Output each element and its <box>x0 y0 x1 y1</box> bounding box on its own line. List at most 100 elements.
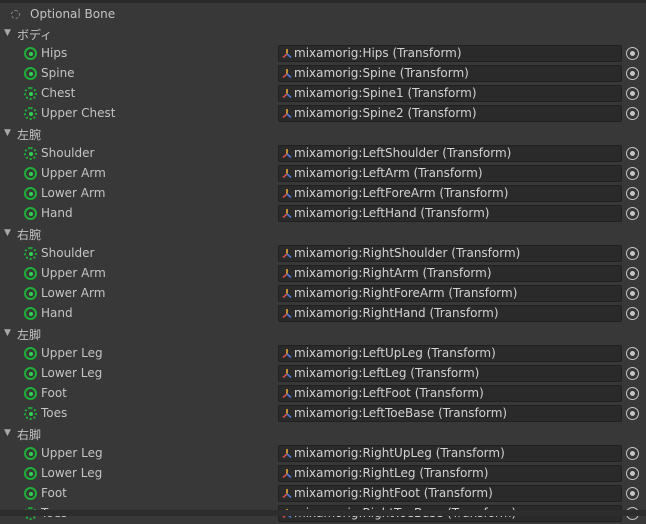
object-picker-icon[interactable] <box>626 367 639 380</box>
transform-object-field[interactable]: mixamorig:Spine1 (Transform) <box>278 85 622 102</box>
object-picker-icon[interactable] <box>626 487 639 500</box>
bone-status-icon[interactable] <box>24 47 37 60</box>
bone-status-icon[interactable] <box>24 467 37 480</box>
bone-group-header[interactable]: ▼ 右脚 <box>0 424 646 444</box>
bone-label: Foot <box>41 486 67 500</box>
transform-object-field[interactable]: mixamorig:LeftLeg (Transform) <box>278 365 622 382</box>
transform-axes-icon <box>282 208 292 219</box>
object-picker-icon[interactable] <box>626 187 639 200</box>
transform-axes-icon <box>282 248 292 259</box>
object-picker-icon[interactable] <box>626 87 639 100</box>
transform-object-field[interactable]: mixamorig:LeftFoot (Transform) <box>278 385 622 402</box>
transform-object-field[interactable]: mixamorig:LeftUpLeg (Transform) <box>278 345 622 362</box>
object-picker-icon[interactable] <box>626 147 639 160</box>
bone-label: Lower Arm <box>41 286 106 300</box>
bone-status-icon[interactable] <box>24 287 37 300</box>
bone-group-header[interactable]: ▼ 右腕 <box>0 224 646 244</box>
bone-group-header[interactable]: ▼ 左腕 <box>0 124 646 144</box>
optional-bone-status-icon[interactable] <box>24 247 37 260</box>
humanoid-bone-mapping-panel: Optional Bone ▼ ボディ Hips mixamorig:Hips (Tr… <box>0 0 646 522</box>
bone-group-label: 右脚 <box>17 428 42 442</box>
bone-status-icon[interactable] <box>24 67 37 80</box>
transform-object-field[interactable]: mixamorig:RightShoulder (Transform) <box>278 245 622 262</box>
bone-label: Toes <box>41 406 68 420</box>
optional-bone-legend: Optional Bone <box>0 4 646 24</box>
transform-object-field[interactable]: mixamorig:LeftArm (Transform) <box>278 165 622 182</box>
object-picker-icon[interactable] <box>626 467 639 480</box>
bone-row: Shoulder mixamorig:RightShoulder (Transfo… <box>0 244 646 264</box>
object-picker-icon[interactable] <box>626 267 639 280</box>
bone-label: Upper Leg <box>41 446 103 460</box>
bone-row: Upper Arm mixamorig:LeftArm (Transform) <box>0 164 646 184</box>
bone-group-header[interactable]: ▼ ボディ <box>0 24 646 44</box>
object-picker-icon[interactable] <box>626 287 639 300</box>
transform-field-value: mixamorig:LeftForeArm (Transform) <box>294 186 509 200</box>
transform-object-field[interactable]: mixamorig:LeftShoulder (Transform) <box>278 145 622 162</box>
bone-group-label: 左腕 <box>17 128 42 142</box>
bone-label: Foot <box>41 386 67 400</box>
transform-field-value: mixamorig:RightHand (Transform) <box>294 306 499 320</box>
object-picker-icon[interactable] <box>626 387 639 400</box>
triangle-down-icon[interactable]: ▼ <box>4 28 11 38</box>
bone-status-icon[interactable] <box>24 487 37 500</box>
object-picker-icon[interactable] <box>626 407 639 420</box>
transform-object-field[interactable]: mixamorig:RightFoot (Transform) <box>278 485 622 502</box>
bone-row: Hand mixamorig:LeftHand (Transform) <box>0 204 646 224</box>
transform-object-field[interactable]: mixamorig:RightArm (Transform) <box>278 265 622 282</box>
transform-object-field[interactable]: mixamorig:LeftHand (Transform) <box>278 205 622 222</box>
transform-object-field[interactable]: mixamorig:LeftForeArm (Transform) <box>278 185 622 202</box>
bone-row: Upper Leg mixamorig:LeftUpLeg (Transform) <box>0 344 646 364</box>
optional-bone-status-icon[interactable] <box>24 107 37 120</box>
object-picker-icon[interactable] <box>626 347 639 360</box>
bone-row: Shoulder mixamorig:LeftShoulder (Transfor… <box>0 144 646 164</box>
object-picker-icon[interactable] <box>626 247 639 260</box>
optional-bone-status-icon[interactable] <box>24 407 37 420</box>
bone-status-icon[interactable] <box>24 307 37 320</box>
transform-field-value: mixamorig:LeftLeg (Transform) <box>294 366 480 380</box>
bone-status-icon[interactable] <box>24 387 37 400</box>
transform-field-value: mixamorig:Spine1 (Transform) <box>294 86 477 100</box>
bone-status-icon[interactable] <box>24 347 37 360</box>
bone-status-icon[interactable] <box>24 187 37 200</box>
optional-bone-status-icon[interactable] <box>24 147 37 160</box>
object-picker-icon[interactable] <box>626 67 639 80</box>
triangle-down-icon[interactable]: ▼ <box>4 228 11 238</box>
bone-label: Upper Arm <box>41 166 106 180</box>
object-picker-icon[interactable] <box>626 447 639 460</box>
bone-status-icon[interactable] <box>24 167 37 180</box>
bone-group-header[interactable]: ▼ 左脚 <box>0 324 646 344</box>
transform-axes-icon <box>282 88 292 99</box>
bone-label: Upper Chest <box>41 106 116 120</box>
bone-row: Lower Arm mixamorig:RightForeArm (Transfo… <box>0 284 646 304</box>
triangle-down-icon[interactable]: ▼ <box>4 328 11 338</box>
transform-object-field[interactable]: mixamorig:Spine2 (Transform) <box>278 105 622 122</box>
transform-object-field[interactable]: mixamorig:Hips (Transform) <box>278 45 622 62</box>
object-picker-icon[interactable] <box>626 47 639 60</box>
transform-axes-icon <box>282 188 292 199</box>
bone-status-icon[interactable] <box>24 367 37 380</box>
transform-object-field[interactable]: mixamorig:RightForeArm (Transform) <box>278 285 622 302</box>
transform-object-field[interactable]: mixamorig:LeftToeBase (Transform) <box>278 405 622 422</box>
transform-field-value: mixamorig:LeftHand (Transform) <box>294 206 490 220</box>
triangle-down-icon[interactable]: ▼ <box>4 428 11 438</box>
transform-object-field[interactable]: mixamorig:RightLeg (Transform) <box>278 465 622 482</box>
transform-field-value: mixamorig:LeftFoot (Transform) <box>294 386 484 400</box>
transform-object-field[interactable]: mixamorig:RightHand (Transform) <box>278 305 622 322</box>
bone-status-icon[interactable] <box>24 207 37 220</box>
transform-axes-icon <box>282 148 292 159</box>
object-picker-icon[interactable] <box>626 207 639 220</box>
object-picker-icon[interactable] <box>626 107 639 120</box>
optional-bone-status-icon[interactable] <box>24 87 37 100</box>
bone-status-icon[interactable] <box>24 267 37 280</box>
bottom-scrollbar-area <box>0 510 646 516</box>
transform-object-field[interactable]: mixamorig:RightUpLeg (Transform) <box>278 445 622 462</box>
bone-row: Hips mixamorig:Hips (Transform) <box>0 44 646 64</box>
object-picker-icon[interactable] <box>626 307 639 320</box>
bone-label: Spine <box>41 66 75 80</box>
object-picker-icon[interactable] <box>626 167 639 180</box>
triangle-down-icon[interactable]: ▼ <box>4 128 11 138</box>
transform-field-value: mixamorig:Spine2 (Transform) <box>294 106 477 120</box>
bone-row: Lower Leg mixamorig:RightLeg (Transform) <box>0 464 646 484</box>
bone-status-icon[interactable] <box>24 447 37 460</box>
transform-object-field[interactable]: mixamorig:Spine (Transform) <box>278 65 622 82</box>
